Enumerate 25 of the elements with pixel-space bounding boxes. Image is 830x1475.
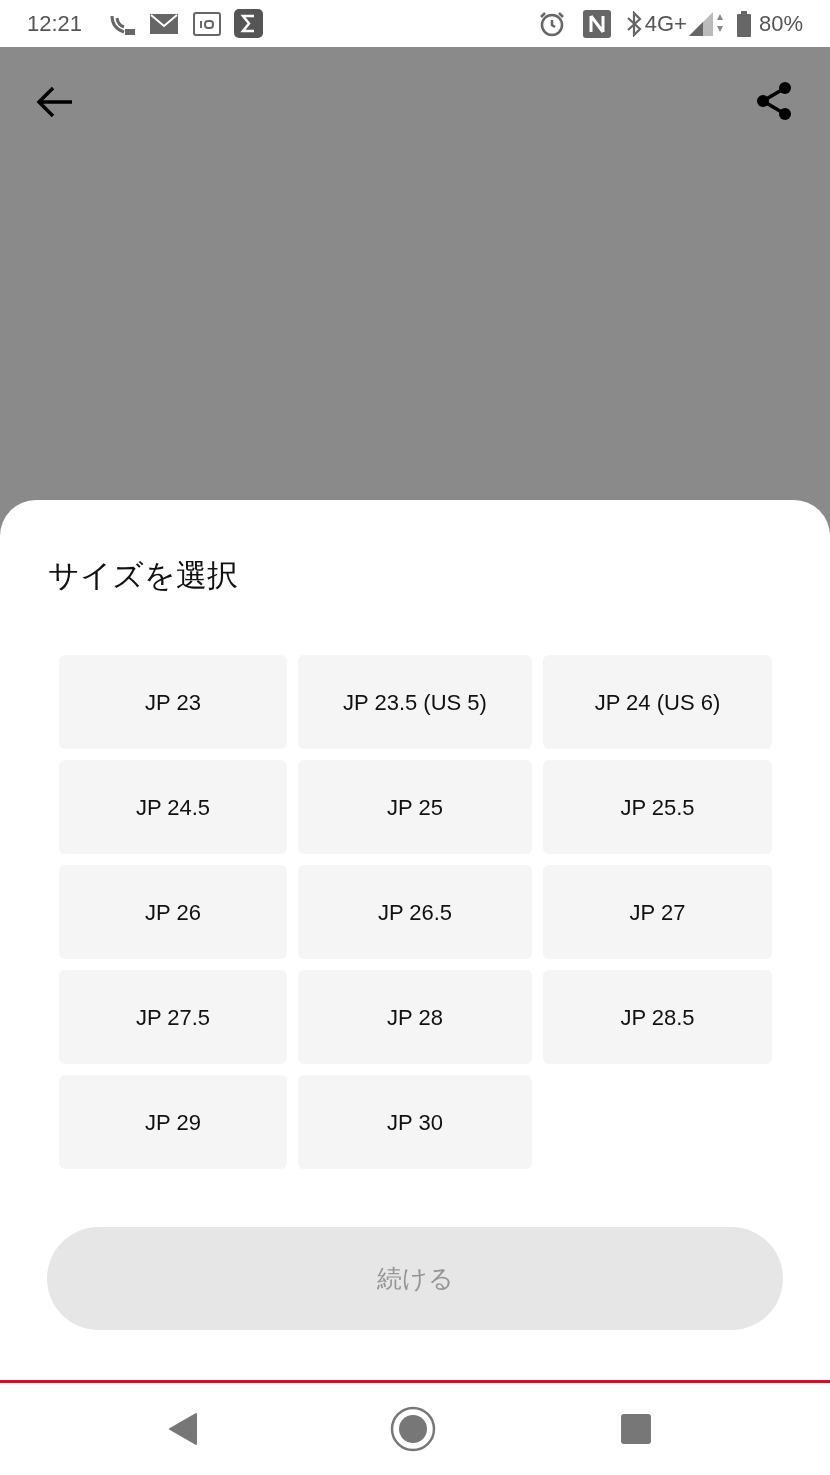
mail-icon [150, 13, 179, 34]
size-option[interactable]: JP 24.5 [59, 760, 287, 854]
size-option[interactable]: JP 26 [59, 865, 287, 959]
battery-level: 80% [758, 10, 803, 38]
sheet-title: サイズを選択 [48, 560, 239, 591]
size-option[interactable]: JP 25 [298, 760, 532, 854]
size-option[interactable]: JP 30 [298, 1075, 532, 1169]
size-option[interactable]: JP 27 [543, 865, 772, 959]
size-option[interactable]: JP 25.5 [543, 760, 772, 854]
size-option[interactable]: JP 27.5 [59, 970, 287, 1064]
status-time: 12:21 [27, 10, 83, 38]
nfc-icon [582, 9, 611, 38]
size-option[interactable]: JP 29 [59, 1075, 287, 1169]
size-option[interactable]: JP 28.5 [543, 970, 772, 1064]
network-type: 4G+ [644, 10, 687, 38]
battery-icon [736, 10, 751, 37]
size-option[interactable]: JP 23 [59, 655, 287, 749]
size-option[interactable]: JP 23.5 (US 5) [298, 655, 532, 749]
signal-icon [688, 11, 723, 36]
alarm-icon [538, 10, 565, 37]
home-nav-button[interactable] [390, 1406, 436, 1452]
sigma-icon [234, 9, 264, 38]
size-option[interactable]: JP 28 [298, 970, 532, 1064]
size-option[interactable]: JP 24 (US 6) [543, 655, 772, 749]
size-option[interactable]: JP 26.5 [298, 865, 532, 959]
